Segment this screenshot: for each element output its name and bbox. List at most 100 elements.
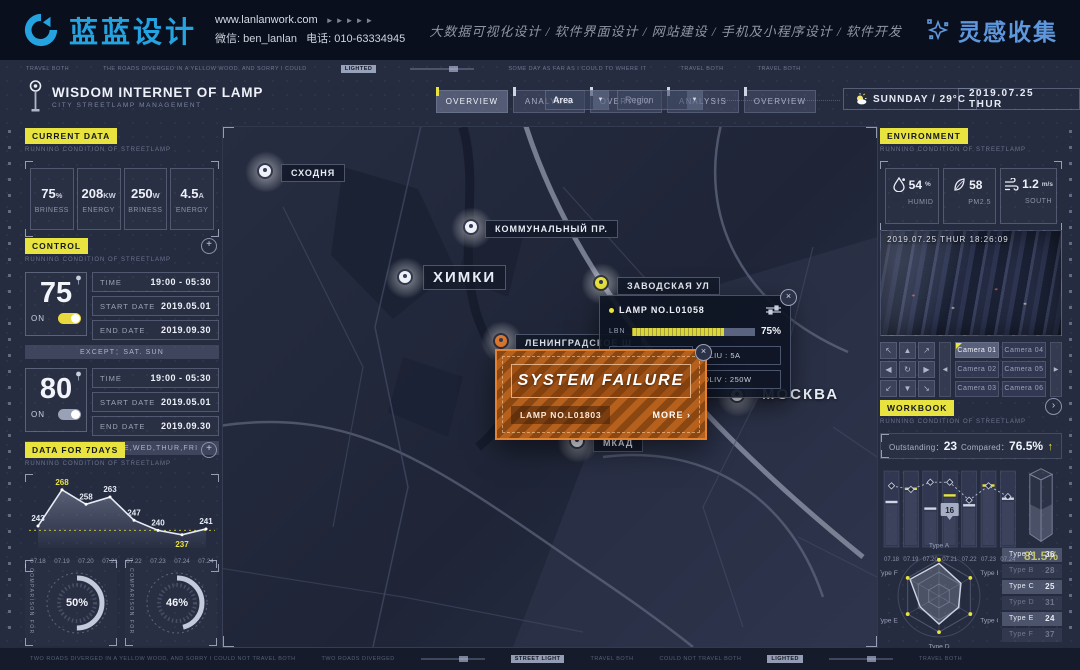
gauge-percent: 50%: [39, 565, 115, 641]
type-row-b[interactable]: Type B28: [1002, 564, 1062, 578]
map-pin-khimki[interactable]: [393, 265, 419, 291]
type-row-a[interactable]: Type A36: [1002, 548, 1062, 562]
camera-list-prev-button[interactable]: ◀: [939, 342, 951, 397]
tab-overview-3[interactable]: OVERVIEW: [744, 90, 816, 113]
svg-text:243: 243: [31, 514, 45, 523]
stat-energy-amp: 4.5A ENERGY: [170, 168, 214, 230]
add-schedule-button[interactable]: +: [201, 238, 217, 254]
compared-value: 76.5%: [1009, 439, 1043, 453]
page-title: WISDOM INTERNET OF LAMP: [52, 85, 263, 100]
camera-03-button[interactable]: Camera 03: [955, 381, 999, 397]
map-label-zavodskaya: ЗАВОДСКАЯ УЛ: [617, 277, 720, 295]
panel-badge: ENVIRONMENT: [880, 128, 968, 144]
start-date-row[interactable]: START DATE2019.05.01: [92, 392, 219, 412]
panel-badge: WORKBOOK: [880, 400, 954, 416]
panel-type-radar: Type AType BType CType DType EType F Typ…: [880, 540, 1062, 652]
type-row-c[interactable]: Type C25: [1002, 580, 1062, 594]
brightness-value: 80: [31, 371, 81, 407]
field-dliv: DLIV : 250W: [698, 370, 782, 389]
time-row[interactable]: TIME19:00 - 05:30: [92, 368, 219, 388]
close-icon[interactable]: ×: [780, 289, 797, 306]
lamp-popup-title: LAMP NO.L01058: [619, 305, 761, 315]
pan-up-left-button[interactable]: ↖: [880, 342, 897, 359]
workbook-stats: Outstanding：23 Compared：76.5% ↑: [880, 433, 1062, 459]
panel-subtitle: RUNNING CONDITION OF STREETLAMP: [880, 147, 1062, 153]
svg-text:16: 16: [945, 506, 954, 515]
brightness-value: 75: [31, 275, 81, 311]
map-pin-zavodskaya[interactable]: [589, 271, 615, 297]
schedule-block-2: 80 ON TIME19:00 - 05:30 START DATE2019.0…: [25, 368, 219, 436]
map-label-khimki: ХИМКИ: [423, 265, 506, 290]
camera-list-next-button[interactable]: ▶: [1050, 342, 1062, 397]
camera-dpad: ↖ ▲ ↗ ◀ ↻ ▶ ↙ ▼ ↘: [880, 342, 935, 397]
pan-left-button[interactable]: ◀: [880, 361, 897, 378]
app-window: 蓝蓝设计 www.lanlanwork.com ►►►►► 微信: ben_lan…: [0, 0, 1080, 670]
start-date-row[interactable]: START DATE2019.05.01: [92, 296, 219, 316]
end-date-row[interactable]: END DATE2019.09.30: [92, 416, 219, 436]
region-dropdown[interactable]: Region ▼: [617, 90, 703, 110]
time-row[interactable]: TIME19:00 - 05:30: [92, 272, 219, 292]
stat-energy-kw: 208KW ENERGY: [77, 168, 121, 230]
camera-04-button[interactable]: Camera 04: [1002, 342, 1046, 358]
svg-text:268: 268: [55, 478, 69, 487]
wechat-label: 微信: ben_lanlan: [215, 33, 297, 45]
type-row-e[interactable]: Type E24: [1002, 612, 1062, 626]
area-dropdown[interactable]: Area ▼: [545, 90, 609, 110]
schedule-toggle[interactable]: [58, 313, 81, 324]
pan-up-button[interactable]: ▲: [899, 342, 916, 359]
lamp-mini-icon: [75, 275, 82, 285]
map-pin-skhodnya[interactable]: [253, 159, 279, 185]
pan-down-button[interactable]: ▼: [899, 380, 916, 397]
inspiration-button[interactable]: 灵感收集: [926, 13, 1058, 47]
arrows-decoration: ►►►►►: [326, 16, 376, 25]
camera-01-button[interactable]: Camera 01: [955, 342, 999, 358]
alert-title: SYSTEM FAILURE: [511, 364, 691, 398]
divider: [712, 100, 840, 101]
leaf-icon: [953, 177, 966, 192]
camera-06-button[interactable]: Camera 06: [1002, 381, 1046, 397]
panel-7days-chart: DATA FOR 7DAYS RUNNING CONDITION OF STRE…: [25, 440, 219, 572]
type-radar-chart: Type AType BType CType DType EType F: [880, 540, 998, 652]
services-tagline: 大数据可视化设计 / 软件界面设计 / 网站建设 / 手机及小程序设计 / 软件…: [405, 21, 926, 40]
camera-feed[interactable]: 2019.07.25 THUR 18:26:09: [880, 230, 1062, 336]
sun-icon: [854, 93, 867, 106]
wind-icon: [1004, 178, 1019, 191]
gauge-label: COMPARISON FOR: [128, 568, 134, 635]
camera-02-button[interactable]: Camera 02: [955, 361, 999, 377]
pan-down-left-button[interactable]: ↙: [880, 380, 897, 397]
reset-view-button[interactable]: ↻: [899, 361, 916, 378]
pan-right-button[interactable]: ▶: [918, 361, 935, 378]
close-icon[interactable]: ×: [695, 344, 712, 361]
website-link[interactable]: www.lanlanwork.com: [215, 14, 318, 26]
camera-button-grid: Camera 01 Camera 04 Camera 02 Camera 05 …: [955, 342, 1046, 397]
schedule-block-1: 75 ON TIME19:00 - 05:30 START DATE2019.0…: [25, 272, 219, 340]
lbn-progress-bar[interactable]: [632, 328, 755, 336]
tab-overview-1[interactable]: OVERVIEW: [436, 90, 508, 113]
svg-text:Type A: Type A: [929, 542, 950, 549]
more-button[interactable]: MORE ›: [653, 410, 692, 420]
end-date-row[interactable]: END DATE2019.09.30: [92, 320, 219, 340]
sliders-icon[interactable]: [766, 305, 781, 315]
brand-logo[interactable]: 蓝蓝设计: [22, 9, 197, 51]
gauge-percent: 46%: [139, 565, 215, 641]
gauge-label: COMPARISON FOR: [28, 568, 34, 635]
type-row-d[interactable]: Type D31: [1002, 596, 1062, 610]
svg-text:258: 258: [79, 492, 93, 501]
workbook-expand-button[interactable]: ›: [1045, 398, 1062, 415]
expand-chart-button[interactable]: +: [201, 442, 217, 458]
camera-05-button[interactable]: Camera 05: [1002, 361, 1046, 377]
svg-text:Type C: Type C: [980, 618, 998, 625]
chevron-down-icon: ▼: [593, 91, 608, 109]
pan-up-right-button[interactable]: ↗: [918, 342, 935, 359]
schedule-toggle[interactable]: [58, 409, 81, 420]
map-label-skhodnya: СХОДНЯ: [281, 164, 345, 182]
page-subtitle: CITY STREETLAMP MANAGEMENT: [52, 102, 263, 109]
brand-contact: www.lanlanwork.com ►►►►► 微信: ben_lanlan 电…: [215, 11, 405, 48]
phone-label: 电话: 010-63334945: [306, 33, 405, 45]
camera-controls: ↖ ▲ ↗ ◀ ↻ ▶ ↙ ▼ ↘ ◀ Camera 01 Camera 04 …: [880, 342, 1062, 397]
map-pin-kommunalny[interactable]: [459, 215, 485, 241]
decorative-ticker: TRAVEL BOTHTHE ROADS DIVERGED IN A YELLO…: [26, 65, 1054, 73]
city-map[interactable]: СХОДНЯ КОММУНАЛЬНЫЙ ПР. ХИМКИ ЗАВОДСКАЯ …: [222, 126, 878, 648]
pan-down-right-button[interactable]: ↘: [918, 380, 935, 397]
type-row-f[interactable]: Type F37: [1002, 628, 1062, 642]
